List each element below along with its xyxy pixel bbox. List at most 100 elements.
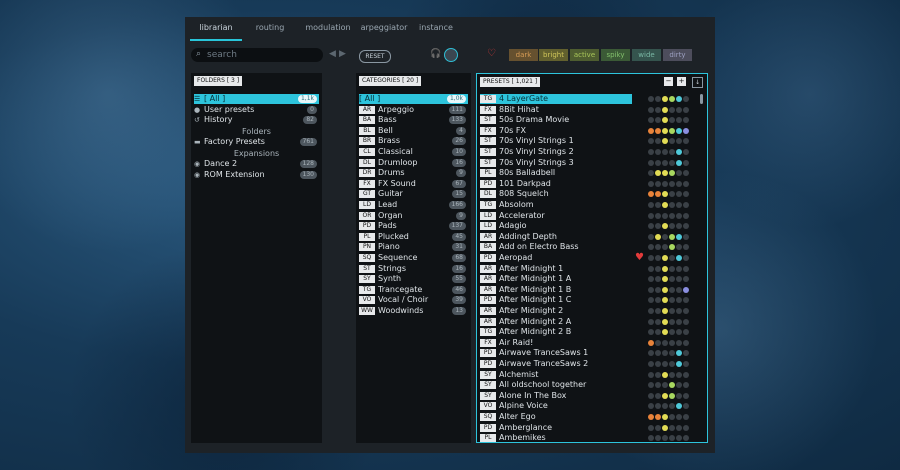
preset-item[interactable]: PD Amberglance [480, 423, 632, 433]
count-badge: 111 [448, 105, 466, 114]
preset-item[interactable]: AR After Midnight 1 A [480, 274, 632, 284]
filter-active-button[interactable]: active [570, 49, 599, 61]
folder-item-label: Dance 2 [204, 159, 238, 168]
folder-item[interactable]: ↺ History 82 [194, 115, 319, 125]
category-item[interactable]: AR Arpeggio 111 [359, 105, 468, 115]
category-tag: DR [359, 169, 375, 178]
preset-item[interactable]: AR After Midnight 1 [480, 264, 632, 274]
category-item[interactable]: BR Brass 26 [359, 136, 468, 146]
preset-item[interactable]: ST 70s Vinyl Strings 2 [480, 147, 632, 157]
preset-item[interactable]: TG 4 LayerGate [480, 94, 632, 104]
category-item[interactable]: VO Vocal / Choir 39 [359, 295, 468, 305]
preset-item[interactable]: FX 70s FX [480, 126, 632, 136]
category-item[interactable]: DR Drums 9 [359, 168, 468, 178]
preset-item[interactable]: PL 80s Balladbell [480, 168, 632, 178]
preset-item[interactable]: AR Addingt Depth [480, 232, 632, 242]
preset-item[interactable]: SQ Alter Ego [480, 412, 632, 422]
preset-item[interactable]: PD 101 Darkpad [480, 179, 632, 189]
search-input[interactable] [207, 48, 317, 62]
preset-item[interactable]: FX 8Bit Hihat [480, 105, 632, 115]
preset-item[interactable]: LD Accelerator [480, 211, 632, 221]
category-item[interactable]: ST Strings 16 [359, 264, 468, 274]
character-dot [676, 382, 682, 389]
category-item[interactable]: OR Organ 9 [359, 211, 468, 221]
category-item[interactable]: GT Guitar 15 [359, 189, 468, 199]
character-dot [669, 223, 675, 230]
sort-icon[interactable]: ↓ [692, 77, 703, 88]
preset-item[interactable]: SY Alone In The Box [480, 391, 632, 401]
character-dots [647, 106, 707, 113]
tab-librarian[interactable]: librarian [190, 23, 242, 41]
preset-item[interactable]: AR After Midnight 1 B [480, 285, 632, 295]
category-item[interactable]: DL Drumloop 16 [359, 158, 468, 168]
preset-item[interactable]: ST 70s Vinyl Strings 1 [480, 136, 632, 146]
character-dot [676, 265, 682, 272]
category-item[interactable]: PL Plucked 45 [359, 232, 468, 242]
category-item[interactable]: CL Classical 10 [359, 147, 468, 157]
expand-button[interactable]: + [677, 77, 686, 86]
character-dot [683, 329, 689, 336]
character-dot [676, 371, 682, 378]
filter-dark-button[interactable]: dark [509, 49, 538, 61]
character-dot [683, 308, 689, 314]
preset-item[interactable]: VO Alpine Voice [480, 401, 632, 411]
category-item[interactable]: SY Synth 55 [359, 274, 468, 284]
category-item[interactable]: LD Lead 166 [359, 200, 468, 210]
preset-item[interactable]: SY All oldschool together [480, 380, 632, 390]
preset-item[interactable]: TG Absolom [480, 200, 632, 210]
tab-arpeggiator[interactable]: arpeggiator [358, 23, 410, 39]
preset-item[interactable]: PD Airwave TranceSaws 2 [480, 359, 632, 369]
plugin-window: librarian routing modulation arpeggiator ins… [185, 17, 715, 453]
favorite-heart-icon[interactable]: ♥ [635, 253, 644, 263]
search-box[interactable]: ⌕ [191, 48, 323, 62]
preset-item[interactable]: ST 70s Vinyl Strings 3 [480, 158, 632, 168]
tab-instance[interactable]: instance [413, 23, 459, 39]
prev-preset-icon[interactable]: ◀ [329, 49, 336, 59]
collapse-button[interactable]: − [664, 77, 673, 86]
filter-dirty-button[interactable]: dirty [663, 49, 692, 61]
preview-volume-knob[interactable] [444, 48, 458, 62]
next-preset-icon[interactable]: ▶ [339, 49, 346, 59]
preset-item[interactable]: BA Add on Electro Bass [480, 242, 632, 252]
preset-item[interactable]: AR After Midnight 2 A [480, 317, 632, 327]
folder-item[interactable]: ● User presets 0 [194, 105, 319, 115]
filter-spiky-button[interactable]: spiky [601, 49, 630, 61]
count-badge: 15 [452, 190, 466, 199]
filter-bright-button[interactable]: bright [539, 49, 568, 61]
preset-item[interactable]: LD Adagio [480, 221, 632, 231]
preset-item[interactable]: PD Airwave TranceSaws 1 [480, 348, 632, 358]
folder-item[interactable]: ◉ Dance 2 128 [194, 159, 319, 169]
folder-item[interactable]: ☰[ All ] 1,1k [194, 94, 319, 104]
character-dot [648, 191, 654, 198]
preset-item[interactable]: SY Alchemist [480, 370, 632, 380]
folder-item[interactable]: ◉ ROM Extension 130 [194, 170, 319, 180]
category-item[interactable]: WW Woodwinds 13 [359, 306, 468, 316]
folder-item[interactable]: ▬ Factory Presets 761 [194, 137, 319, 147]
category-tag: TG [480, 95, 496, 103]
category-item[interactable]: TG Trancegate 46 [359, 285, 468, 295]
favorites-filter-icon[interactable]: ♡ [487, 48, 496, 59]
category-item[interactable]: BL Bell 4 [359, 126, 468, 136]
category-label: Bell [378, 125, 393, 135]
tab-modulation[interactable]: modulation [303, 23, 353, 39]
category-item[interactable]: BA Bass 133 [359, 115, 468, 125]
character-dot [648, 329, 654, 336]
presets-panel: PRESETS [ 1,021 ] − + ↓ TG 4 LayerGate FX 8… [476, 73, 708, 443]
preset-item[interactable]: TG After Midnight 2 B [480, 327, 632, 337]
reset-button[interactable]: RESET [359, 50, 391, 63]
preset-item[interactable]: AR After Midnight 2 [480, 306, 632, 316]
category-item[interactable]: FX FX Sound 67 [359, 179, 468, 189]
filter-wide-button[interactable]: wide [632, 49, 661, 61]
category-item[interactable]: [ All ] 1,0k [359, 94, 468, 104]
preset-item[interactable]: PD After Midnight 1 C [480, 295, 632, 305]
preset-item[interactable]: PL Ambemikes [480, 433, 632, 442]
category-item[interactable]: SQ Sequence 68 [359, 253, 468, 263]
tab-routing[interactable]: routing [248, 23, 292, 39]
category-item[interactable]: PD Pads 137 [359, 221, 468, 231]
preset-item[interactable]: DL 808 Squelch [480, 189, 632, 199]
preset-item[interactable]: FX Air Raid! [480, 338, 632, 348]
headphones-icon[interactable]: 🎧 [430, 49, 441, 59]
category-item[interactable]: PN Piano 31 [359, 242, 468, 252]
preset-item[interactable]: PD Aeropad [480, 253, 632, 263]
preset-item[interactable]: ST 50s Drama Movie [480, 115, 632, 125]
